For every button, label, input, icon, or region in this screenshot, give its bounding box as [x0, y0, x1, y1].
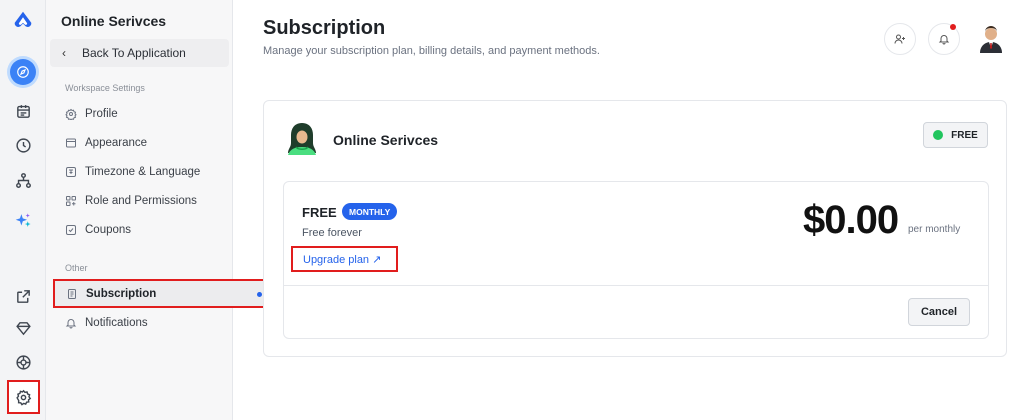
sidebar-item-notifications[interactable]: Notifications: [60, 312, 225, 334]
page-title: Subscription: [263, 17, 386, 39]
diamond-icon[interactable]: [8, 313, 38, 343]
add-user-icon: [894, 34, 905, 44]
calendar-icon[interactable]: [8, 96, 38, 126]
main-content: Subscription Manage your subscription pl…: [233, 0, 1024, 420]
sidebar-item-coupons[interactable]: Coupons: [60, 219, 225, 241]
back-to-application-button[interactable]: ‹ Back To Application: [50, 39, 229, 67]
compass-icon[interactable]: [8, 57, 38, 87]
language-icon: [66, 167, 76, 177]
sidebar-item-label: Notifications: [85, 317, 148, 329]
sidebar-item-role-permissions[interactable]: Role and Permissions: [60, 190, 225, 212]
plan-name: FREE: [302, 205, 337, 220]
bell-icon: [938, 35, 950, 45]
sidebar-item-label: Appearance: [85, 137, 148, 149]
plan-price: $0.00: [803, 198, 899, 242]
help-lifebuoy-icon[interactable]: [8, 347, 38, 377]
settings-sidebar: Online Serivces ‹ Back To Application Wo…: [46, 0, 268, 420]
chevron-left-icon: ‹: [62, 46, 66, 60]
org-chart-icon[interactable]: [8, 165, 38, 195]
bell-icon: [65, 319, 77, 329]
billing-cycle-badge: MONTHLY: [342, 203, 398, 220]
coupon-icon: [66, 225, 76, 235]
organization-avatar: [288, 123, 316, 155]
plan-description: Free forever: [302, 227, 362, 239]
plan-status-badge: FREE: [923, 122, 988, 148]
notifications-button[interactable]: [928, 23, 960, 55]
sidebar-item-label: Role and Permissions: [85, 195, 197, 207]
sidebar-item-timezone-language[interactable]: Timezone & Language: [60, 161, 225, 183]
subscription-card: Online Serivces FREE FREE MONTHLY Free f…: [263, 100, 1007, 357]
back-label: Back To Application: [82, 46, 186, 60]
invite-user-button[interactable]: [884, 23, 916, 55]
upgrade-plan-link[interactable]: Upgrade plan ↗: [291, 246, 398, 272]
gear-icon: [65, 108, 77, 120]
page-subtitle: Manage your subscription plan, billing d…: [263, 45, 600, 57]
organization-name: Online Serivces: [333, 132, 439, 148]
user-avatar[interactable]: [976, 23, 1006, 53]
window-icon: [66, 138, 76, 148]
app-logo-icon[interactable]: [8, 5, 38, 35]
sidebar-item-label: Profile: [85, 108, 118, 120]
sparkles-icon[interactable]: [8, 205, 38, 235]
sidebar-item-profile[interactable]: Profile: [60, 103, 225, 125]
settings-icon[interactable]: [7, 380, 40, 414]
status-dot: [933, 130, 944, 140]
sidebar-item-label: Subscription: [86, 287, 157, 300]
clock-icon[interactable]: [8, 130, 38, 160]
external-link-icon[interactable]: [8, 281, 38, 311]
divider: [284, 285, 988, 286]
other-heading: Other: [65, 263, 88, 273]
workspace-settings-heading: Workspace Settings: [65, 83, 145, 93]
cancel-button[interactable]: Cancel: [908, 298, 970, 326]
icon-rail: [0, 0, 46, 420]
plan-panel: FREE MONTHLY Free forever Upgrade plan ↗…: [283, 181, 989, 339]
price-period: per monthly: [908, 224, 961, 235]
sidebar-title: Online Serivces: [61, 13, 167, 29]
document-icon: [68, 288, 76, 299]
sidebar-item-appearance[interactable]: Appearance: [60, 132, 225, 154]
status-label: FREE: [951, 129, 978, 141]
role-icon: [66, 196, 76, 206]
notification-badge: [950, 24, 956, 30]
sidebar-item-label: Coupons: [85, 224, 132, 236]
sidebar-item-label: Timezone & Language: [85, 166, 201, 178]
